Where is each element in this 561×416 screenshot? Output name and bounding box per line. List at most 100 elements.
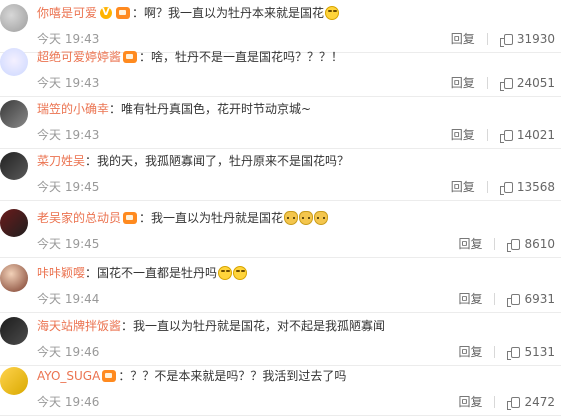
colon: ： bbox=[121, 319, 134, 333]
member-crown-icon bbox=[102, 370, 117, 382]
comment-text: 超绝可爱婷婷酱 ：啥，牡丹不是一直是国花吗？？？！ bbox=[37, 48, 557, 66]
avatar[interactable] bbox=[0, 152, 28, 180]
like-count: 14021 bbox=[516, 128, 555, 142]
divider bbox=[494, 396, 496, 408]
username-link[interactable]: 老吴家的总动员 bbox=[37, 211, 121, 225]
reply-button[interactable]: 回复 bbox=[451, 178, 475, 196]
avatar[interactable] bbox=[0, 100, 28, 128]
member-crown-icon bbox=[116, 7, 131, 19]
comment-actions: 回复 5131 bbox=[458, 343, 555, 361]
reply-button[interactable]: 回复 bbox=[458, 343, 482, 361]
comment-content: ？？不是本来就是吗？？我活到过去了吗 bbox=[130, 369, 347, 383]
like-count: 6931 bbox=[524, 292, 555, 306]
comment-content: 唯有牡丹真国色，花开时节动京城~ bbox=[121, 102, 312, 116]
username-link[interactable]: 咔咔颖嘤 bbox=[37, 266, 85, 280]
reply-button[interactable]: 回复 bbox=[458, 290, 482, 308]
reply-button[interactable]: 回复 bbox=[451, 74, 475, 92]
comment-content: 啥，牡丹不是一直是国花吗？？？！ bbox=[151, 50, 344, 64]
comment-actions: 回复 8610 bbox=[458, 235, 555, 253]
dog-emoji-icon bbox=[299, 211, 314, 225]
comment-text: 瑞笠的小确幸：唯有牡丹真国色，花开时节动京城~ bbox=[37, 100, 557, 118]
like-count: 5131 bbox=[524, 345, 555, 359]
thumb-up-icon bbox=[499, 77, 513, 91]
like-button[interactable]: 2472 bbox=[507, 393, 555, 411]
like-button[interactable]: 8610 bbox=[507, 235, 555, 253]
comment-item: 海天站牌拌饭酱：我一直以为牡丹就是国花，对不起是我孤陋寡闻 今天 19:46 回… bbox=[0, 313, 561, 366]
avatar[interactable] bbox=[0, 317, 28, 345]
colon: ： bbox=[139, 211, 152, 225]
comment-item: AYO_SUGA ：？？不是本来就是吗？？我活到过去了吗 今天 19:46 回复 … bbox=[0, 363, 561, 416]
like-button[interactable]: 6931 bbox=[507, 290, 555, 308]
colon: ： bbox=[132, 6, 145, 20]
member-crown-icon bbox=[123, 51, 138, 63]
like-button[interactable]: 5131 bbox=[507, 343, 555, 361]
like-count: 8610 bbox=[524, 237, 555, 251]
username-link[interactable]: AYO_SUGA bbox=[37, 369, 100, 383]
avatar[interactable] bbox=[0, 209, 28, 237]
comment-content: 我一直以为牡丹就是国花 bbox=[151, 211, 284, 225]
comment-text: AYO_SUGA ：？？不是本来就是吗？？我活到过去了吗 bbox=[37, 367, 557, 385]
colon: ： bbox=[118, 369, 131, 383]
comment-actions: 回复 13568 bbox=[451, 178, 555, 196]
comment-meta: 今天 19:45 回复 8610 bbox=[37, 235, 555, 253]
comment-time: 今天 19:45 bbox=[37, 237, 100, 251]
comment-meta: 今天 19:46 回复 2472 bbox=[37, 393, 555, 411]
avatar[interactable] bbox=[0, 264, 28, 292]
comment-meta: 今天 19:45 回复 13568 bbox=[37, 178, 555, 196]
member-crown-icon bbox=[123, 212, 138, 224]
like-button[interactable]: 24051 bbox=[499, 74, 555, 92]
verified-v-icon bbox=[100, 4, 113, 22]
laugh-emoji-icon bbox=[233, 266, 248, 280]
thumb-up-icon bbox=[499, 181, 513, 195]
comment-item: 瑞笠的小确幸：唯有牡丹真国色，花开时节动京城~ 今天 19:43 回复 1402… bbox=[0, 96, 561, 149]
comment-content: 我的天，我孤陋寡闻了，牡丹原来不是国花吗？ bbox=[97, 154, 350, 168]
divider bbox=[486, 129, 488, 141]
comment-time: 今天 19:45 bbox=[37, 180, 100, 194]
like-button[interactable]: 13568 bbox=[499, 178, 555, 196]
comment-meta: 今天 19:43 回复 24051 bbox=[37, 74, 555, 92]
comment-time: 今天 19:44 bbox=[37, 292, 100, 306]
username-link[interactable]: 超绝可爱婷婷酱 bbox=[37, 50, 121, 64]
divider bbox=[486, 181, 488, 193]
reply-button[interactable]: 回复 bbox=[458, 235, 482, 253]
comment-text: 菜刀姓吴：我的天，我孤陋寡闻了，牡丹原来不是国花吗？ bbox=[37, 152, 557, 170]
colon: ： bbox=[139, 50, 152, 64]
comment-time: 今天 19:46 bbox=[37, 395, 100, 409]
comment-time: 今天 19:43 bbox=[37, 76, 100, 90]
comment-actions: 回复 2472 bbox=[458, 393, 555, 411]
thumb-up-icon bbox=[507, 293, 521, 307]
avatar[interactable] bbox=[0, 48, 28, 76]
comment-item: 菜刀姓吴：我的天，我孤陋寡闻了，牡丹原来不是国花吗？ 今天 19:45 回复 1… bbox=[0, 148, 561, 201]
avatar[interactable] bbox=[0, 367, 28, 395]
laugh-emoji-icon bbox=[325, 6, 340, 20]
username-link[interactable]: 菜刀姓吴 bbox=[37, 154, 85, 168]
divider bbox=[494, 238, 496, 250]
reply-button[interactable]: 回复 bbox=[451, 126, 475, 144]
like-button[interactable]: 14021 bbox=[499, 126, 555, 144]
dog-emoji-icon bbox=[284, 211, 299, 225]
divider bbox=[494, 346, 496, 358]
username-link[interactable]: 瑞笠的小确幸 bbox=[37, 102, 109, 116]
like-count: 13568 bbox=[516, 180, 555, 194]
comment-actions: 回复 24051 bbox=[451, 74, 555, 92]
comment-time: 今天 19:43 bbox=[37, 128, 100, 142]
comment-list: 你嘻是可爱：啊？我一直以为牡丹本来就是国花 今天 19:43 回复 31930 … bbox=[0, 0, 561, 416]
colon: ： bbox=[109, 102, 122, 116]
reply-button[interactable]: 回复 bbox=[458, 393, 482, 411]
comment-meta: 今天 19:44 回复 6931 bbox=[37, 290, 555, 308]
comment-meta: 今天 19:43 回复 14021 bbox=[37, 126, 555, 144]
thumb-up-icon bbox=[507, 238, 521, 252]
avatar[interactable] bbox=[0, 4, 28, 32]
username-link[interactable]: 你嘻是可爱 bbox=[37, 6, 97, 20]
comment-actions: 回复 14021 bbox=[451, 126, 555, 144]
comment-content: 我一直以为牡丹就是国花，对不起是我孤陋寡闻 bbox=[133, 319, 386, 333]
comment-item: 超绝可爱婷婷酱 ：啥，牡丹不是一直是国花吗？？？！ 今天 19:43 回复 240… bbox=[0, 44, 561, 97]
comment-text: 你嘻是可爱 ：啊？我一直以为牡丹本来就是国花 bbox=[37, 4, 557, 22]
comment-meta: 今天 19:46 回复 5131 bbox=[37, 343, 555, 361]
username-link[interactable]: 海天站牌拌饭酱 bbox=[37, 319, 121, 333]
colon: ： bbox=[85, 266, 98, 280]
comment-time: 今天 19:46 bbox=[37, 345, 100, 359]
like-count: 24051 bbox=[516, 76, 555, 90]
laugh-emoji-icon bbox=[218, 266, 233, 280]
thumb-up-icon bbox=[507, 346, 521, 360]
